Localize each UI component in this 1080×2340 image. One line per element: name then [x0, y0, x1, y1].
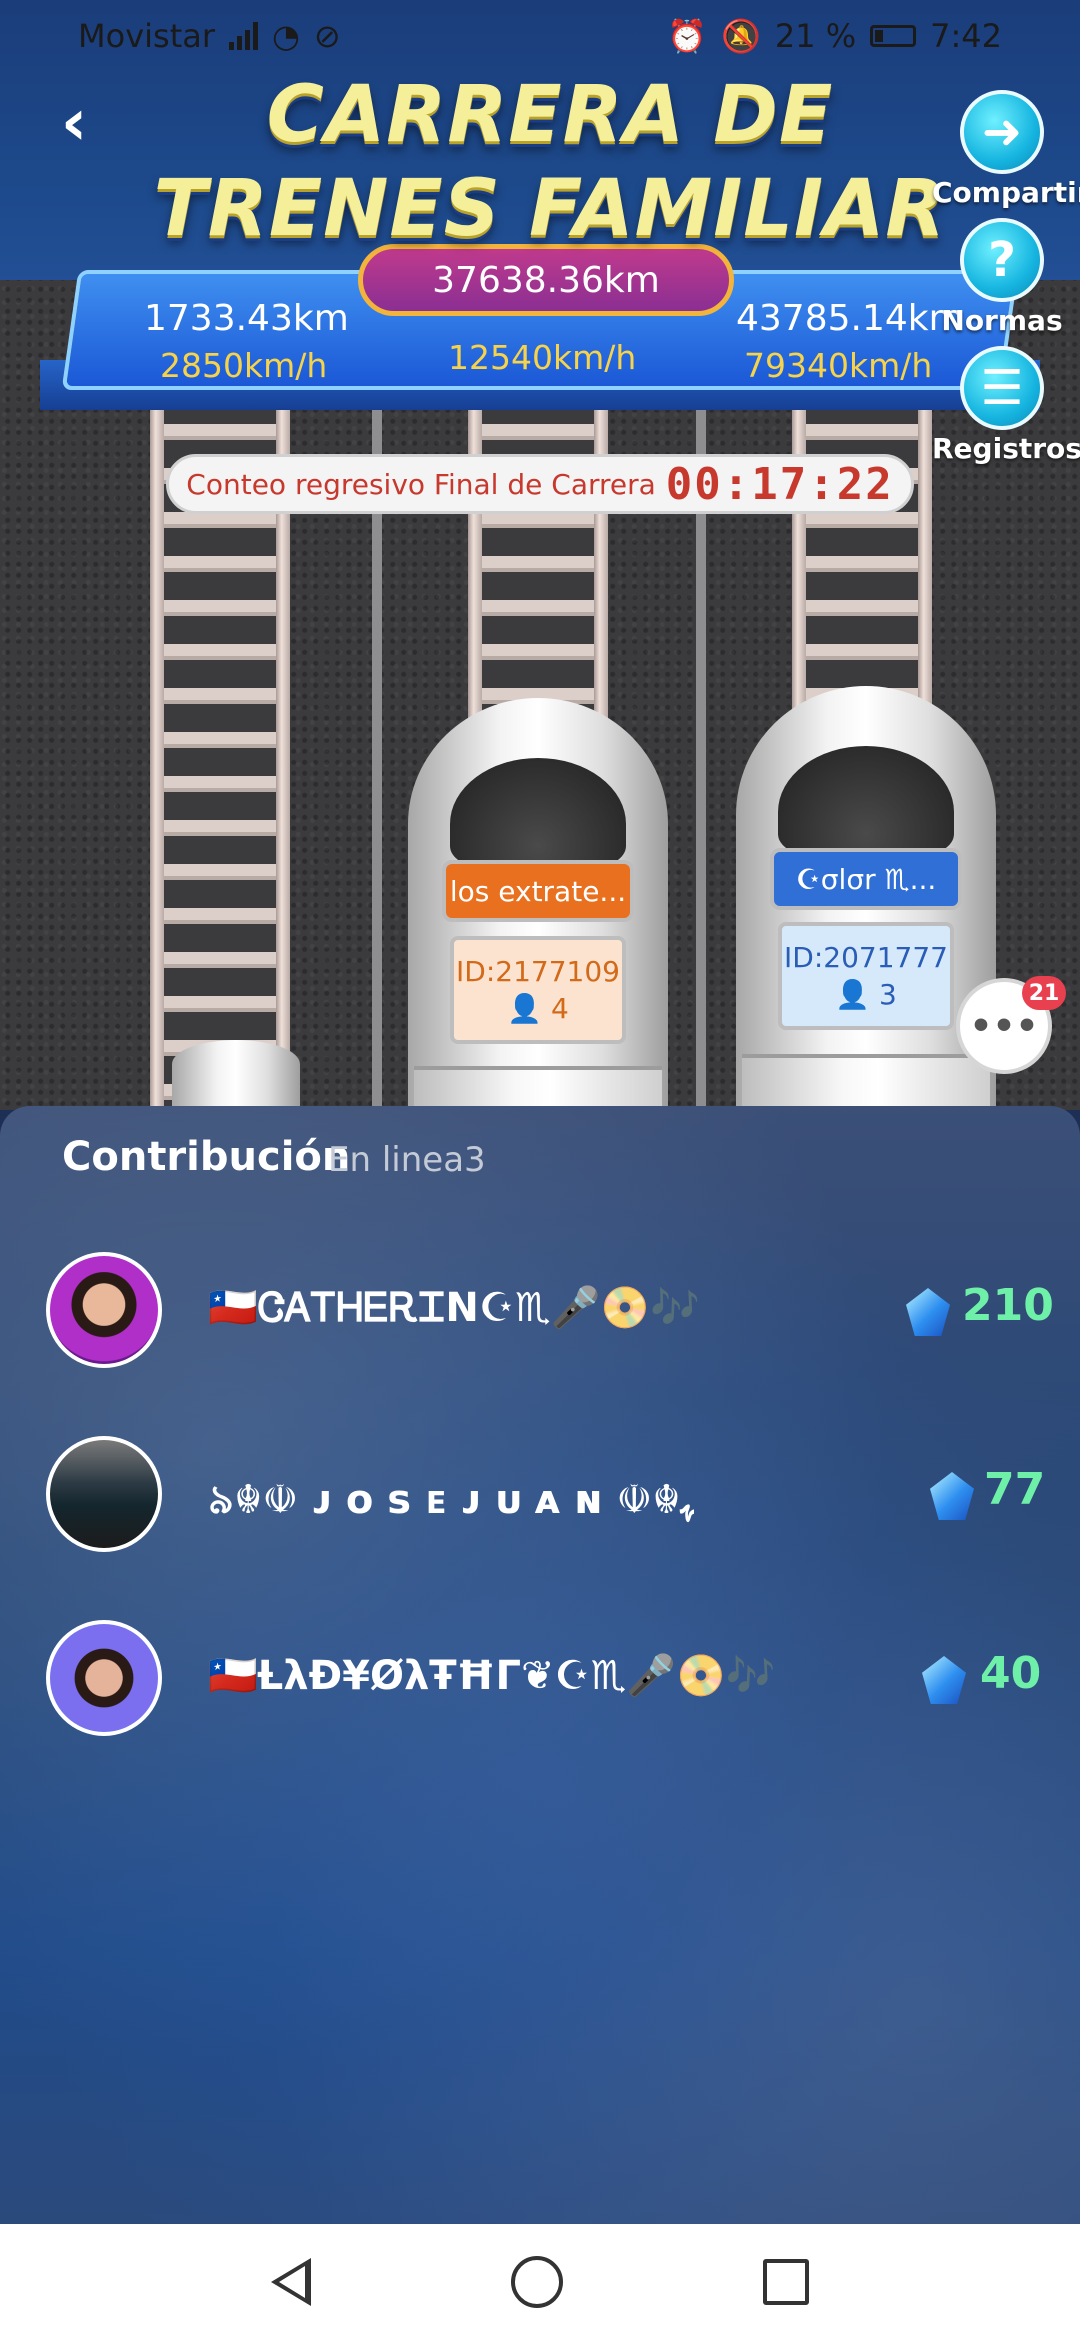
user-name: ৯☬☫ ᴊ ᴏ s ᴇ ᴊ ᴜ ᴀ ɴ ☫☬ﮩ: [208, 1477, 695, 1523]
contribution-row[interactable]: 🇨🇱ᏣᎪᎢᎻᎬᎡᏆN☪♏🎤📀🎶 210: [0, 1252, 1080, 1372]
contribution-score: 210: [962, 1280, 1054, 1331]
countdown-label: Conteo regresivo Final de Carrera: [186, 467, 656, 501]
train-name: los extrate...: [442, 860, 634, 922]
nav-back-icon[interactable]: [271, 2258, 311, 2306]
clock: 7:42: [930, 17, 1002, 55]
user-name: 🇨🇱ȽλĐ¥ØλŦĦΓ❦☪♏🎤📀🎶: [208, 1653, 776, 1699]
train-name: ☪σlσr ♏...: [770, 848, 962, 910]
wifi-icon: ◔: [272, 17, 300, 55]
train-id: ID:2177109: [456, 955, 620, 988]
user-name: 🇨🇱ᏣᎪᎢᎻᎬᎡᏆN☪♏🎤📀🎶: [208, 1285, 701, 1331]
share-arrow-icon: ➜: [960, 90, 1044, 174]
train-left: [172, 1040, 300, 1110]
mute-icon: 🔕: [721, 17, 761, 55]
countdown: Conteo regresivo Final de Carrera 00:17:…: [166, 454, 914, 514]
team-right-speed: 79340km/h: [744, 346, 933, 385]
race-scene: los extrate... ID:2177109 👤 4 ☪σlσr ♏...…: [0, 0, 1080, 1110]
team-right-distance: 43785.14km: [736, 298, 964, 339]
avatar[interactable]: [46, 1436, 162, 1552]
train-id-card: ID:2071777 👤 3: [778, 922, 954, 1030]
chat-badge: 21: [1022, 976, 1066, 1010]
carrier: Movistar: [78, 17, 215, 55]
contribution-row[interactable]: 🇨🇱ȽλĐ¥ØλŦĦΓ❦☪♏🎤📀🎶 40: [0, 1620, 1080, 1740]
train-members: 3: [878, 978, 897, 1011]
question-icon: ?: [960, 218, 1044, 302]
rules-button[interactable]: ? Normas: [932, 218, 1072, 337]
list-icon: ☰: [960, 346, 1044, 430]
signal-icon: [229, 22, 258, 50]
battery-icon: [870, 25, 917, 47]
avatar[interactable]: [46, 1252, 162, 1368]
train-id: ID:2071777: [784, 941, 948, 974]
team-left-distance: 1733.43km: [144, 298, 349, 339]
system-nav-bar: [0, 2224, 1080, 2340]
diamond-icon: [930, 1472, 974, 1520]
contribution-score: 40: [980, 1648, 1042, 1699]
avatar[interactable]: [46, 1620, 162, 1736]
team-left-speed: 2850km/h: [160, 346, 328, 385]
train-id-card: ID:2177109 👤 4: [450, 936, 626, 1044]
nav-home-icon[interactable]: [511, 2256, 563, 2308]
page-title: CARRERA DE TRENES FAMILIAR: [153, 70, 947, 254]
records-button[interactable]: ☰ Registros: [932, 346, 1080, 465]
status-bar: Movistar ◔ ⊘ ⏰ 🔕 21 % 7:42: [0, 0, 1080, 72]
train-middle: los extrate... ID:2177109 👤 4: [408, 698, 668, 1110]
back-button[interactable]: ‹: [44, 88, 104, 158]
members-icon: 👤: [835, 978, 871, 1011]
diamond-icon: [922, 1656, 966, 1704]
chat-bubble-icon: •••: [969, 1005, 1039, 1047]
contribution-row[interactable]: ৯☬☫ ᴊ ᴏ s ᴇ ᴊ ᴜ ᴀ ɴ ☫☬ﮩ 77: [0, 1436, 1080, 1556]
train-right: ☪σlσr ♏... ID:2071777 👤 3: [736, 686, 996, 1110]
share-button[interactable]: ➜ Compartir: [932, 90, 1080, 209]
diamond-icon: [906, 1288, 950, 1336]
panel-title: Contribución: [62, 1134, 351, 1180]
contribution-score: 77: [984, 1464, 1046, 1515]
countdown-time: 00:17:22: [665, 458, 894, 510]
alarm-icon: ⏰: [667, 17, 707, 55]
dnd-icon: ⊘: [313, 17, 341, 55]
team-middle-speed: 12540km/h: [448, 338, 637, 377]
nav-recents-icon[interactable]: [763, 2259, 809, 2305]
members-icon: 👤: [507, 992, 543, 1025]
chevron-left-icon: ‹: [60, 86, 88, 160]
train-members: 4: [550, 992, 569, 1025]
panel-subtitle: En linea3: [328, 1140, 486, 1180]
contribution-panel: Contribución En linea3 🇨🇱ᏣᎪᎢᎻᎬᎡᏆN☪♏🎤📀🎶 2…: [0, 1106, 1080, 2224]
battery-percent: 21 %: [774, 17, 857, 55]
